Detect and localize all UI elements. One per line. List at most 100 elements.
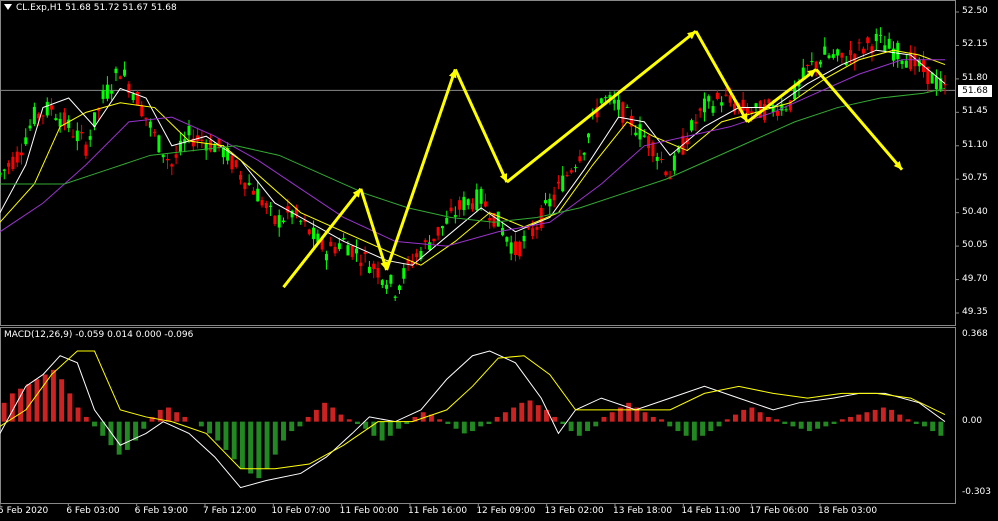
candle-body [88,136,92,140]
price-chart[interactable] [0,0,998,521]
price-axis-label: 49.35 [962,307,988,317]
candle-body [544,200,548,204]
candle-body [58,118,62,127]
candle-body [75,130,79,142]
candle-body [943,83,947,86]
candle-body [836,49,840,56]
candle-body [784,109,788,111]
candle-body [574,167,578,169]
price-axis-label: 52.50 [962,6,988,16]
candle-body [101,90,105,99]
candle-body [471,203,474,210]
candle-body [2,169,6,171]
price-axis-label: 52.15 [962,39,988,50]
candle-body [230,155,234,170]
candle-body [621,102,625,123]
candle-body [840,52,844,58]
candle-body [105,84,109,99]
time-axis-label: 11 Feb 00:00 [339,506,399,516]
time-axis-label: 7 Feb 12:00 [203,506,257,516]
candle-body [239,174,243,180]
candle-body [866,37,870,44]
candle-body [7,163,11,167]
candle-body [647,136,651,149]
candle-body [475,189,479,210]
price-axis-label: 51.10 [962,139,988,150]
candle-body [638,124,642,140]
candle-body [883,45,887,52]
candle-body [273,215,277,225]
candle-body [178,140,182,152]
candle-body [505,237,509,242]
candle-body [857,42,861,44]
candle-body [19,152,23,156]
time-axis-label: 17 Feb 06:00 [749,506,809,516]
candle-body [157,135,161,153]
candle-body [612,99,616,104]
candle-body [625,106,629,108]
candle-body [724,94,728,96]
candle-body [698,108,702,111]
candle-body [831,54,835,58]
candle-body [861,48,865,54]
candle-body [337,243,341,250]
candle-body [458,200,462,210]
candle-body [140,104,144,117]
candle-body [148,121,152,128]
candle-body [11,156,15,170]
candle-body [359,262,363,267]
candle-body [41,115,45,117]
candle-body [565,175,569,177]
candle-body [664,171,668,176]
candle-body [350,245,354,257]
candle-body [251,190,255,195]
dropdown-triangle-icon[interactable] [4,4,12,10]
candle-body [810,61,814,63]
candle-body [402,268,406,279]
candle-body [24,137,28,145]
candle-body [741,99,745,111]
candle-body [393,296,397,298]
candle-body [445,218,449,224]
time-axis-label: 14 Feb 11:00 [681,506,741,516]
candle-body [539,207,543,228]
candle-body [582,152,586,155]
candle-body [900,60,904,65]
candle-body [578,156,582,162]
candle-body [234,160,238,168]
time-axis-label: 5 Feb 2020 [0,506,49,516]
candle-body [307,229,311,235]
price-axis-label: 51.80 [962,72,988,83]
candle-body [849,50,852,56]
candle-body [814,61,818,68]
candle-body [586,133,590,138]
candle-body [110,90,114,94]
candle-body [599,98,603,104]
candle-body [466,199,470,206]
candle-body [561,175,565,192]
candle-body [415,253,419,258]
candle-body [84,144,88,156]
time-axis-label: 12 Feb 09:00 [476,506,536,516]
candle-body [114,68,118,74]
candle-body [329,241,333,247]
candle-body [655,156,659,161]
candle-body [449,207,453,212]
candle-body [174,154,178,158]
symbol-info: CL.Exp,H1 51.68 51.72 51.67 51.68 [16,3,177,13]
candle-body [299,220,303,222]
candle-body [380,280,384,286]
candle-body [509,242,513,254]
candle-body [118,76,122,80]
candle-body [604,97,608,99]
candle-body [818,61,822,65]
candle-body [355,248,359,254]
price-axis-label: 50.75 [962,173,988,184]
candle-body [423,240,427,243]
price-axis-label: 50.05 [962,240,988,251]
candle-body [462,196,466,211]
candle-body [363,251,367,254]
candle-body [80,132,84,134]
candle-body [569,170,573,173]
candle-body [389,275,393,284]
